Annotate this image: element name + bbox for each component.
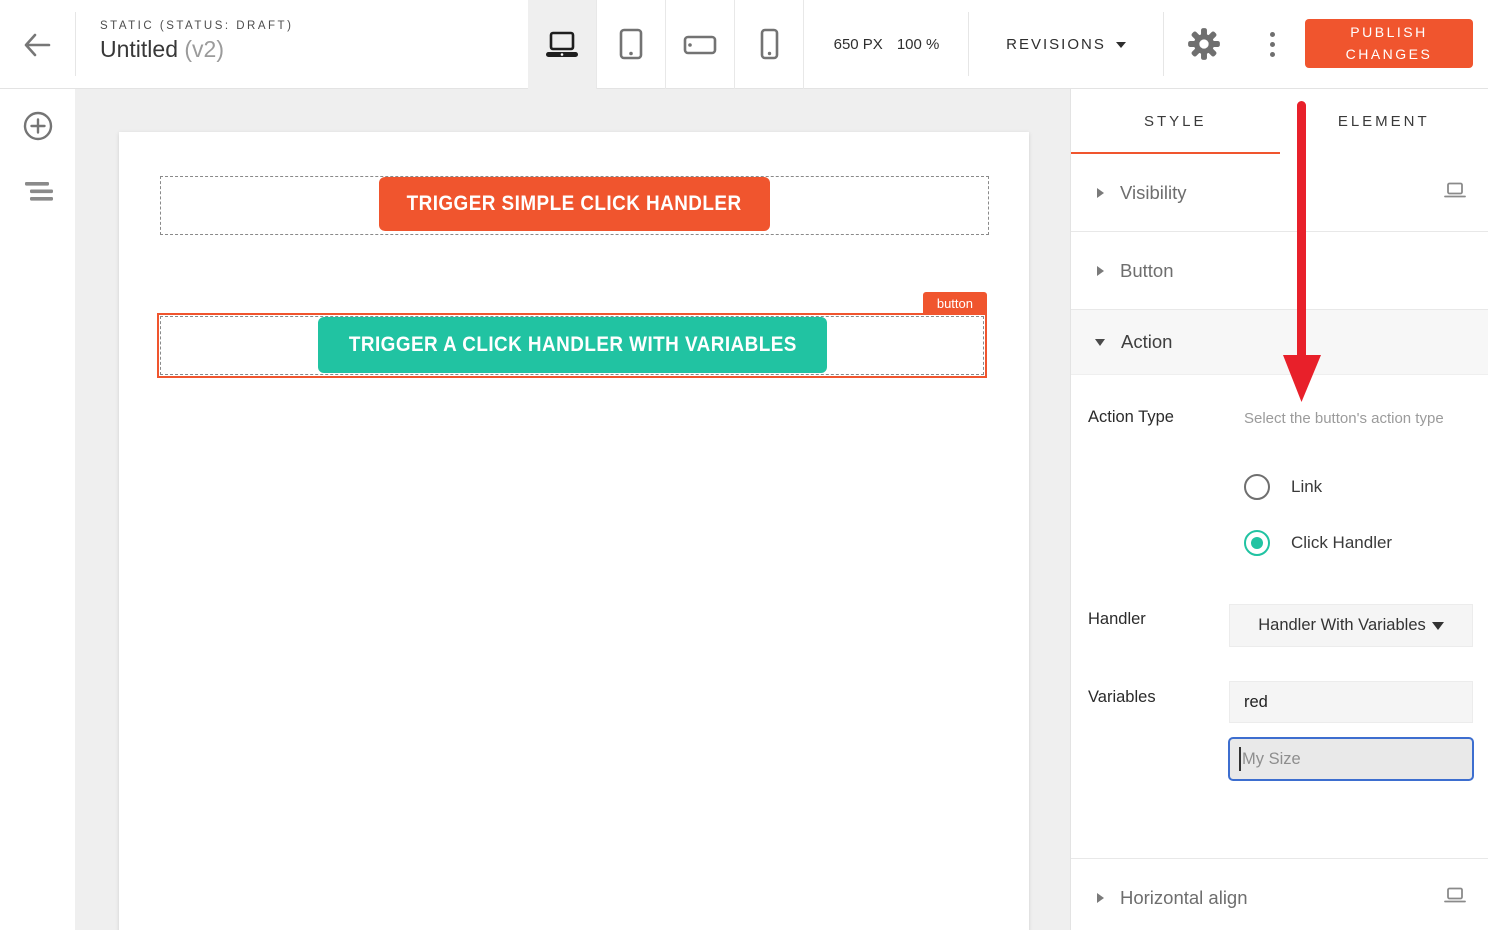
viewport-width-value: 650 PX	[834, 36, 883, 53]
radio-unchecked-icon[interactable]	[1244, 474, 1270, 500]
tablet-icon	[613, 28, 649, 62]
chevron-down-icon	[1116, 42, 1126, 48]
editor-canvas: TRIGGER SIMPLE CLICK HANDLER button TRIG…	[75, 89, 1070, 930]
layers-outline-button[interactable]	[0, 168, 75, 216]
chevron-down-icon	[1095, 339, 1105, 346]
text-cursor	[1239, 747, 1241, 771]
add-element-button[interactable]	[0, 102, 75, 150]
add-circle-icon	[22, 110, 54, 142]
radio-checked-icon[interactable]	[1244, 530, 1270, 556]
handler-selected-value: Handler With Variables	[1258, 616, 1426, 635]
variables-input[interactable]	[1229, 681, 1473, 723]
tab-style[interactable]: STYLE	[1071, 89, 1280, 154]
radio-option-click-handler[interactable]: Click Handler	[1244, 529, 1392, 557]
button-label: TRIGGER SIMPLE CLICK HANDLER	[407, 192, 742, 216]
phone-landscape-icon	[681, 28, 719, 62]
radio-option-link[interactable]: Link	[1244, 473, 1322, 501]
back-button[interactable]	[14, 26, 60, 64]
revisions-label: REVISIONS	[1006, 36, 1106, 53]
divider	[1163, 12, 1164, 76]
chevron-right-icon	[1097, 188, 1104, 198]
device-preview-switcher	[528, 0, 804, 89]
simple-click-handler-button[interactable]: TRIGGER SIMPLE CLICK HANDLER	[379, 177, 770, 231]
section-action[interactable]: Action	[1071, 310, 1488, 375]
device-desktop-button[interactable]	[528, 0, 597, 89]
action-type-label: Action Type	[1088, 408, 1174, 427]
action-type-help: Select the button's action type	[1244, 408, 1449, 431]
kebab-icon	[1270, 32, 1275, 37]
settings-button[interactable]	[1185, 25, 1223, 63]
device-tablet-button[interactable]	[597, 0, 666, 89]
device-phone-portrait-button[interactable]	[735, 0, 804, 89]
more-options-button[interactable]	[1258, 25, 1286, 63]
chevron-right-icon	[1097, 266, 1104, 276]
laptop-icon	[1444, 182, 1466, 204]
document-status: STATIC (STATUS: DRAFT)	[100, 20, 293, 32]
radio-label: Click Handler	[1291, 533, 1392, 553]
laptop-icon	[1444, 887, 1466, 909]
size-input[interactable]	[1228, 737, 1474, 781]
tab-element[interactable]: ELEMENT	[1280, 89, 1488, 154]
selected-button-widget[interactable]: button TRIGGER A CLICK HANDLER WITH VARI…	[157, 313, 987, 378]
page-preview: TRIGGER SIMPLE CLICK HANDLER button TRIG…	[119, 132, 1029, 930]
version-label: (v2)	[184, 36, 224, 62]
variables-click-handler-button[interactable]: TRIGGER A CLICK HANDLER WITH VARIABLES	[318, 317, 827, 373]
chevron-right-icon	[1097, 893, 1104, 903]
laptop-icon	[543, 29, 581, 61]
document-title-block: STATIC (STATUS: DRAFT) Untitled (v2)	[100, 20, 293, 63]
layers-icon	[22, 181, 54, 203]
viewport-zoom-indicator: 650 PX 100 %	[805, 0, 968, 89]
section-label: Horizontal align	[1120, 887, 1248, 909]
publish-changes-button[interactable]: PUBLISH CHANGES	[1305, 19, 1473, 68]
section-button[interactable]: Button	[1071, 232, 1488, 310]
revisions-dropdown[interactable]: REVISIONS	[969, 0, 1163, 89]
radio-label: Link	[1291, 477, 1322, 497]
arrow-left-icon	[22, 32, 52, 58]
section-label: Action	[1121, 331, 1172, 353]
section-label: Visibility	[1120, 182, 1186, 204]
inspector-panel: STYLE ELEMENT Visibility Button Action A…	[1070, 89, 1488, 930]
phone-portrait-icon	[752, 28, 786, 62]
button-widget-container[interactable]: TRIGGER SIMPLE CLICK HANDLER	[160, 176, 989, 235]
page-title: Untitled (v2)	[100, 36, 293, 63]
divider	[75, 12, 76, 76]
variables-label: Variables	[1088, 688, 1156, 707]
top-toolbar: STATIC (STATUS: DRAFT) Untitled (v2)	[0, 0, 1488, 89]
zoom-level-value: 100 %	[897, 36, 940, 53]
device-phone-landscape-button[interactable]	[666, 0, 735, 89]
section-visibility[interactable]: Visibility	[1071, 154, 1488, 232]
inspector-tabs: STYLE ELEMENT	[1071, 89, 1488, 154]
gear-icon	[1186, 26, 1222, 62]
handler-select[interactable]: Handler With Variables	[1229, 604, 1473, 647]
chevron-down-icon	[1432, 622, 1444, 630]
selection-tag: button	[923, 292, 987, 315]
section-label: Button	[1120, 260, 1174, 282]
button-label: TRIGGER A CLICK HANDLER WITH VARIABLES	[349, 333, 797, 357]
section-horizontal-align[interactable]: Horizontal align	[1071, 858, 1488, 930]
left-sidebar	[0, 89, 75, 930]
handler-label: Handler	[1088, 610, 1146, 629]
